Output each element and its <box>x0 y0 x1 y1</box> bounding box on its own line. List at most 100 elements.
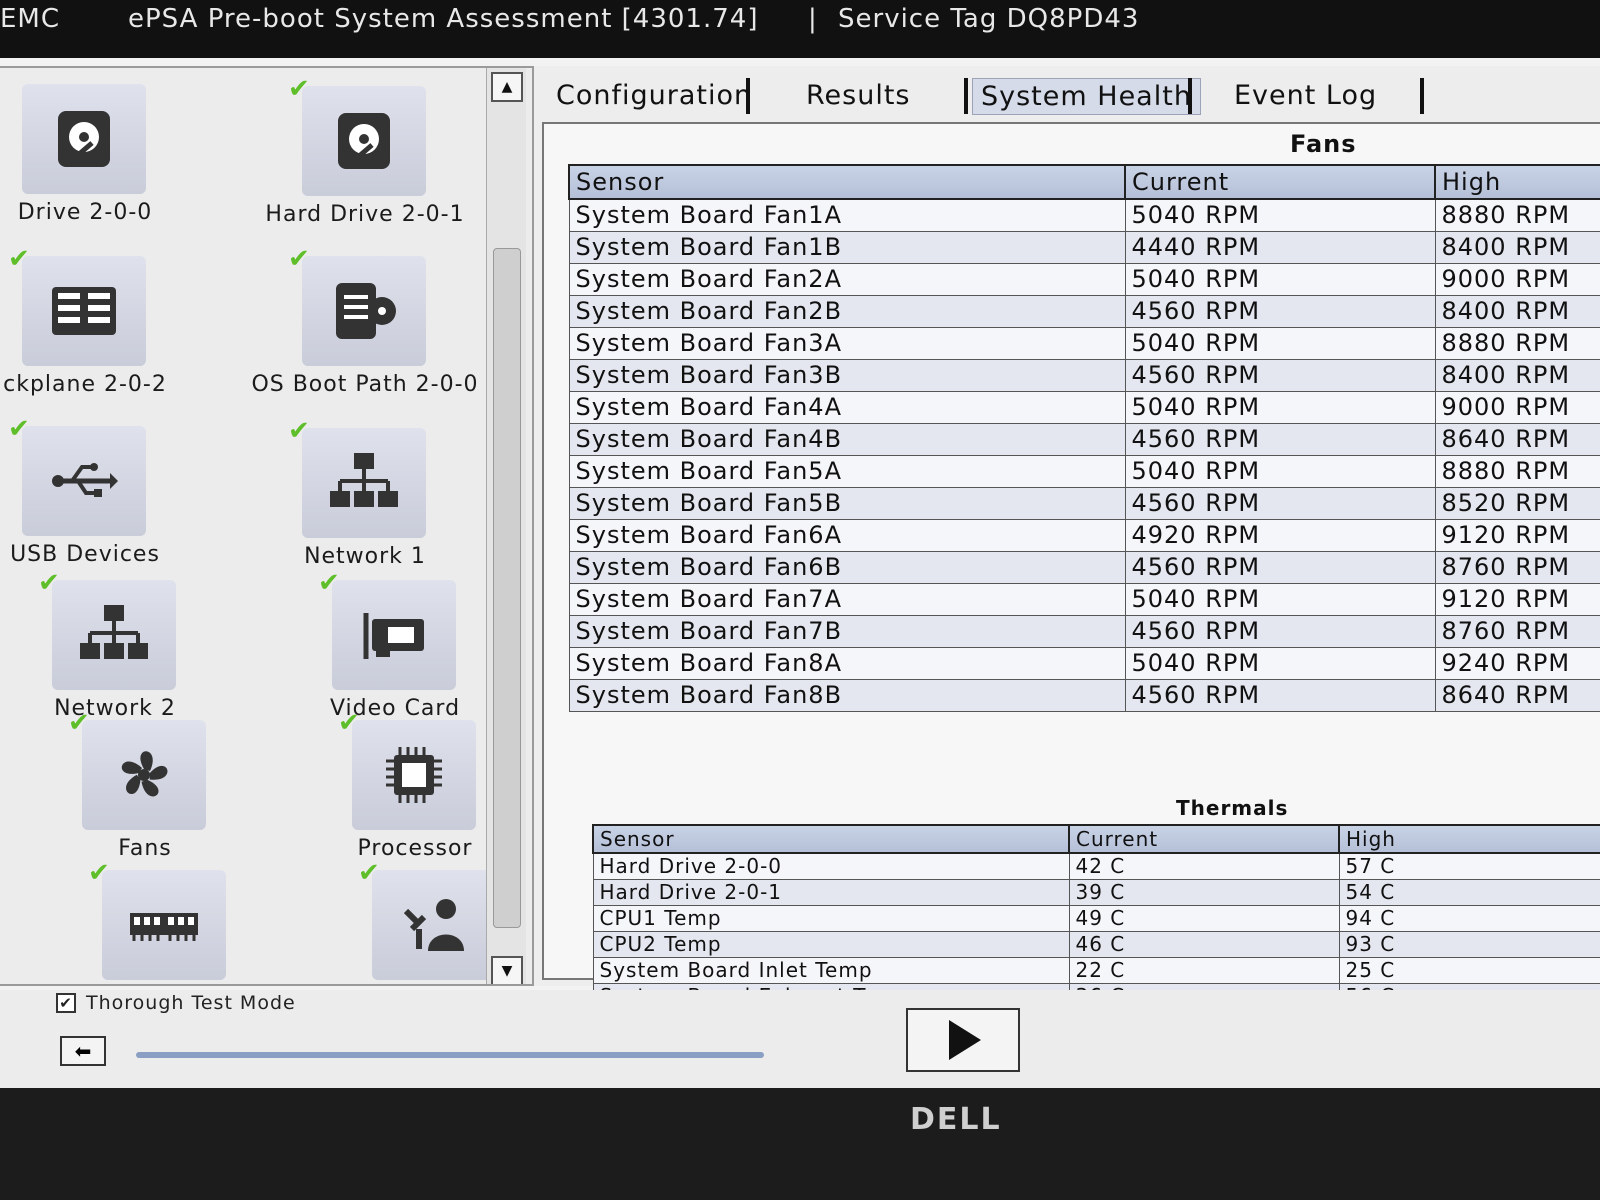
thermals-row: Hard Drive 2-0-0 42 C 57 C <box>592 852 1600 880</box>
thermals-header-current: Current <box>1068 824 1340 854</box>
fans-row-current: 5040 RPM <box>1124 390 1436 424</box>
fans-row: System Board Fan5A 5040 RPM 8880 RPM <box>568 454 1600 488</box>
device-panel: Drive 2-0-0 ✔ Hard Drive 2-0-1 ✔ ckplane 2-0… <box>0 66 560 986</box>
tab-system-health[interactable]: System Health <box>972 78 1201 115</box>
thermals-row-sensor: Hard Drive 2-0-1 <box>592 878 1070 906</box>
thermals-row-sensor: System Board Inlet Temp <box>592 956 1070 984</box>
scroll-thumb[interactable] <box>493 248 521 928</box>
fans-row-current: 5040 RPM <box>1124 646 1436 680</box>
device-tile-memory[interactable]: ✔Memory <box>40 858 290 984</box>
fans-row-high: 8880 RPM <box>1434 326 1600 360</box>
play-icon <box>949 1020 981 1060</box>
fans-row-current: 5040 RPM <box>1124 262 1436 296</box>
footer-bar: ✔ Thorough Test Mode ⬅ <box>0 990 1600 1088</box>
fans-row-current: 4920 RPM <box>1124 518 1436 552</box>
thermals-row-current: 39 C <box>1068 878 1340 906</box>
fans-header-current: Current <box>1124 164 1436 200</box>
fans-row-sensor: System Board Fan3A <box>568 326 1126 360</box>
fans-row-high: 9000 RPM <box>1434 390 1600 424</box>
video-card-icon <box>332 580 456 690</box>
device-label: Drive 2-0-0 <box>17 200 153 225</box>
tab-bar: Configuration Results System Health Even… <box>534 66 1600 122</box>
fans-row-sensor: System Board Fan4B <box>568 422 1126 456</box>
fans-row-current: 4560 RPM <box>1124 678 1436 712</box>
thermals-row: System Board Inlet Temp 22 C 25 C <box>592 956 1600 984</box>
fans-row: System Board Fan6A 4920 RPM 9120 RPM <box>568 518 1600 552</box>
device-scrollbar[interactable]: ▲ ▼ <box>486 68 526 984</box>
tab-divider <box>746 78 750 114</box>
thermals-row-high: 94 C <box>1338 904 1600 932</box>
back-button[interactable]: ⬅ <box>60 1036 106 1066</box>
fans-table: Sensor Current High System Board Fan1A 50… <box>568 164 1600 712</box>
fans-row-high: 9120 RPM <box>1434 518 1600 552</box>
device-tile-os-boot-path-2-0-0[interactable]: ✔ OS Boot Path 2-0-0 <box>240 244 490 404</box>
device-tile-fans[interactable]: ✔ Fans <box>20 708 270 868</box>
arrow-left-icon: ⬅ <box>74 1039 92 1063</box>
fans-row-current: 4440 RPM <box>1124 230 1436 264</box>
device-label: Network 1 <box>304 544 426 569</box>
title-separator: | <box>808 4 818 34</box>
thorough-test-mode-checkbox[interactable]: ✔ <box>56 993 76 1013</box>
device-tile-network-1[interactable]: ✔ Network 1 <box>240 416 490 576</box>
fans-row-sensor: System Board Fan7A <box>568 582 1126 616</box>
usb-icon <box>22 426 146 536</box>
progress-bar <box>136 1052 764 1058</box>
tab-results[interactable]: Results <box>798 78 919 113</box>
device-tile-drive-2-0-0[interactable]: Drive 2-0-0 <box>0 72 210 232</box>
thermals-row-sensor: CPU1 Temp <box>592 904 1070 932</box>
fans-row: System Board Fan7A 5040 RPM 9120 RPM <box>568 582 1600 616</box>
thermals-row-high: 93 C <box>1338 930 1600 958</box>
fans-row: System Board Fan7B 4560 RPM 8760 RPM <box>568 614 1600 648</box>
scroll-down-button[interactable]: ▼ <box>491 956 523 984</box>
device-tile-network-2[interactable]: ✔ Network 2 <box>0 568 240 728</box>
device-tile-usb-devices[interactable]: ✔ USB Devices <box>0 414 210 574</box>
fans-row: System Board Fan8A 5040 RPM 9240 RPM <box>568 646 1600 680</box>
fans-row-sensor: System Board Fan5A <box>568 454 1126 488</box>
fans-row: System Board Fan6B 4560 RPM 8760 RPM <box>568 550 1600 584</box>
start-test-button[interactable] <box>906 1008 1020 1072</box>
thorough-test-mode-toggle[interactable]: ✔ Thorough Test Mode <box>56 992 296 1014</box>
fans-row-high: 8400 RPM <box>1434 294 1600 328</box>
thorough-test-mode-label: Thorough Test Mode <box>86 992 296 1014</box>
fans-row-high: 8640 RPM <box>1434 678 1600 712</box>
fans-header-high: High <box>1434 164 1600 200</box>
fans-row-current: 4560 RPM <box>1124 550 1436 584</box>
fans-row: System Board Fan4B 4560 RPM 8640 RPM <box>568 422 1600 456</box>
fans-row-high: 8880 RPM <box>1434 454 1600 488</box>
fans-row-current: 4560 RPM <box>1124 422 1436 456</box>
thermals-header-sensor: Sensor <box>592 824 1070 854</box>
service-tag: Service Tag DQ8PD43 <box>838 4 1140 34</box>
thermals-row-high: 57 C <box>1338 852 1600 880</box>
results-pane: Configuration Results System Health Even… <box>532 66 1600 1010</box>
processor-icon <box>352 720 476 830</box>
fans-header-row: Sensor Current High <box>568 164 1600 200</box>
monitor-bezel: DELL <box>0 1088 1600 1200</box>
device-tile-video-card[interactable]: ✔ Video Card <box>270 568 520 728</box>
tab-configuration[interactable]: Configuration <box>548 78 760 113</box>
network-icon <box>302 428 426 538</box>
fans-row-high: 8880 RPM <box>1434 198 1600 232</box>
device-tile-hard-drive-2-0-1[interactable]: ✔ Hard Drive 2-0-1 <box>240 74 490 234</box>
device-label: Hard Drive 2-0-1 <box>265 202 465 227</box>
fans-row-current: 4560 RPM <box>1124 614 1436 648</box>
fans-row-high: 9240 RPM <box>1434 646 1600 680</box>
device-tile-ckplane-2-0-2[interactable]: ✔ ckplane 2-0-2 <box>0 244 210 404</box>
title-bar: EMC ePSA Pre-boot System Assessment [430… <box>0 0 1600 58</box>
fans-row-sensor: System Board Fan2B <box>568 294 1126 328</box>
memory-icon <box>102 870 226 980</box>
fans-row-high: 9120 RPM <box>1434 582 1600 616</box>
fan-icon <box>82 720 206 830</box>
scroll-up-button[interactable]: ▲ <box>491 72 523 102</box>
thermals-header-high: High <box>1338 824 1600 854</box>
fans-row-sensor: System Board Fan6A <box>568 518 1126 552</box>
thermals-title: Thermals <box>1176 796 1289 820</box>
fans-row: System Board Fan1A 5040 RPM 8880 RPM <box>568 198 1600 232</box>
fans-row-current: 5040 RPM <box>1124 198 1436 232</box>
hard-drive-icon <box>22 84 146 194</box>
thermals-row-high: 25 C <box>1338 956 1600 984</box>
fans-row-sensor: System Board Fan8A <box>568 646 1126 680</box>
fans-row-sensor: System Board Fan7B <box>568 614 1126 648</box>
device-label: ckplane 2-0-2 <box>3 372 167 397</box>
fans-row-sensor: System Board Fan2A <box>568 262 1126 296</box>
tab-event-log[interactable]: Event Log <box>1226 78 1385 113</box>
